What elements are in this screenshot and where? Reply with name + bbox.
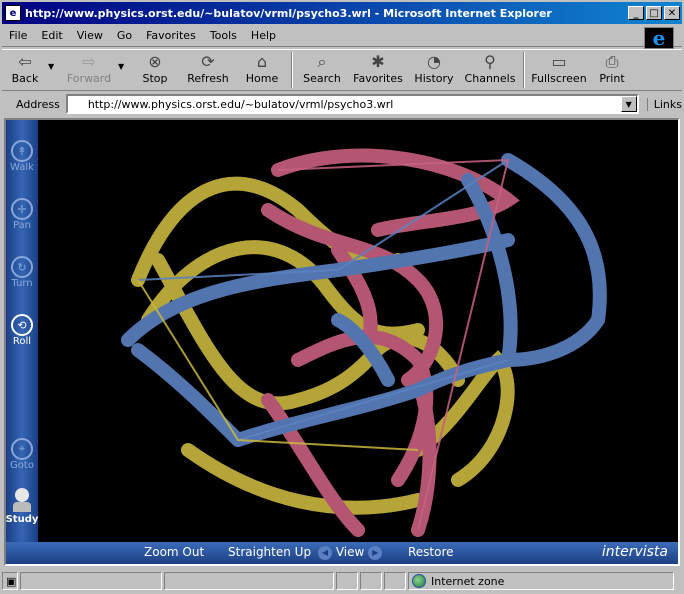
favorites-icon: ✱ <box>371 52 385 71</box>
ie-logo-icon: e <box>644 26 674 50</box>
roll-icon: ⟲ <box>11 314 33 336</box>
menu-file[interactable]: File <box>2 29 34 42</box>
pan-icon: ✛ <box>11 198 33 220</box>
status-page-icon: ▣ <box>2 572 18 590</box>
study-person-icon <box>13 488 31 514</box>
back-button[interactable]: ⇦ Back <box>2 50 48 90</box>
status-zone: Internet zone <box>408 572 674 590</box>
fullscreen-label: Fullscreen <box>531 72 587 85</box>
vrml-3d-scene[interactable] <box>38 120 678 546</box>
status-bar: ▣ Internet zone <box>2 570 682 592</box>
pan-button[interactable]: ✛ Pan <box>6 198 38 231</box>
history-label: History <box>414 72 454 85</box>
view-next-icon[interactable]: ▶ <box>368 545 383 560</box>
menu-help[interactable]: Help <box>244 29 283 42</box>
address-bar: Address http://www.physics.orst.edu/~bul… <box>2 92 682 116</box>
favorites-button[interactable]: ✱ Favorites <box>348 50 408 90</box>
address-label: Address <box>16 97 60 111</box>
forward-arrow-icon: ⇨ <box>82 52 96 71</box>
search-icon: ⌕ <box>317 52 327 71</box>
back-dropdown-icon[interactable]: ▼ <box>48 50 60 71</box>
zone-label: Internet zone <box>431 574 505 588</box>
favorites-label: Favorites <box>353 72 403 85</box>
status-cell <box>336 572 358 590</box>
channels-label: Channels <box>464 72 516 85</box>
straighten-up-button[interactable]: Straighten Up <box>228 545 311 559</box>
toolbar: ⇦ Back ▼ ⇨ Forward ▼ ⊗ Stop ⟳ Refresh ⌂ … <box>2 49 682 91</box>
vrml-nav-panel: ↟ Walk ✛ Pan ↻ Turn ⟲ Roll ⌖ Goto Study <box>6 120 38 546</box>
print-label: Print <box>599 72 625 85</box>
forward-dropdown-icon[interactable]: ▼ <box>118 50 130 71</box>
toolbar-separator <box>291 52 293 88</box>
walk-label: Walk <box>10 162 34 173</box>
globe-icon <box>412 574 426 588</box>
home-label: Home <box>245 72 279 85</box>
menu-favorites[interactable]: Favorites <box>139 29 203 42</box>
channels-icon: ⚲ <box>484 52 496 71</box>
status-cell <box>360 572 382 590</box>
pan-label: Pan <box>12 220 32 231</box>
roll-label: Roll <box>12 336 32 347</box>
toolbar-separator <box>523 52 525 88</box>
home-button[interactable]: ⌂ Home <box>236 50 288 90</box>
minimize-button[interactable]: _ <box>628 6 644 20</box>
maximize-button[interactable]: □ <box>646 6 662 20</box>
search-button[interactable]: ⌕ Search <box>296 50 348 90</box>
turn-icon: ↻ <box>11 256 33 278</box>
search-label: Search <box>303 72 341 85</box>
close-button[interactable]: ✕ <box>664 6 680 20</box>
status-progress <box>164 572 334 590</box>
fullscreen-icon: ▭ <box>551 52 567 71</box>
study-button[interactable]: Study <box>6 488 38 525</box>
print-button[interactable]: ⎙ Print <box>590 50 634 90</box>
stop-button[interactable]: ⊗ Stop <box>130 50 180 90</box>
menu-tools[interactable]: Tools <box>203 29 244 42</box>
ie-page-icon: e <box>5 5 21 21</box>
zoom-out-button[interactable]: Zoom Out <box>144 545 204 559</box>
status-text <box>20 572 162 590</box>
menu-view[interactable]: View <box>70 29 110 42</box>
view-label: View <box>335 545 365 559</box>
refresh-icon: ⟳ <box>201 52 215 71</box>
goto-button[interactable]: ⌖ Goto <box>6 438 38 471</box>
history-button[interactable]: ◔ History <box>408 50 460 90</box>
view-prev-icon[interactable]: ◀ <box>318 545 332 560</box>
window-title: http://www.physics.orst.edu/~bulatov/vrm… <box>25 6 552 20</box>
turn-label: Turn <box>11 278 33 289</box>
walk-icon: ↟ <box>11 140 33 162</box>
menu-edit[interactable]: Edit <box>34 29 69 42</box>
turn-button[interactable]: ↻ Turn <box>6 256 38 289</box>
refresh-label: Refresh <box>187 72 229 85</box>
forward-button[interactable]: ⇨ Forward <box>60 50 118 90</box>
links-button[interactable]: Links <box>646 97 682 111</box>
goto-label: Goto <box>10 460 34 471</box>
back-arrow-icon: ⇦ <box>18 52 32 71</box>
printer-icon: ⎙ <box>605 52 619 71</box>
vrml-control-bar: Zoom Out Straighten Up ◀ View ▶ Restore … <box>6 542 678 564</box>
stop-icon: ⊗ <box>148 52 162 71</box>
status-cell <box>384 572 406 590</box>
forward-label: Forward <box>66 72 112 85</box>
channels-button[interactable]: ⚲ Channels <box>460 50 520 90</box>
intervista-logo: intervista <box>601 544 668 560</box>
goto-crosshair-icon: ⌖ <box>11 438 33 460</box>
study-label: Study <box>5 514 39 525</box>
restore-button[interactable]: Restore <box>408 545 454 559</box>
menu-go[interactable]: Go <box>110 29 139 42</box>
home-icon: ⌂ <box>256 52 268 71</box>
title-bar: e http://www.physics.orst.edu/~bulatov/v… <box>2 2 682 24</box>
address-url: http://www.physics.orst.edu/~bulatov/vrm… <box>87 97 394 111</box>
menu-bar: File Edit View Go Favorites Tools Help <box>2 25 682 47</box>
back-label: Back <box>11 72 39 85</box>
address-dropdown-icon[interactable]: ▼ <box>620 96 637 112</box>
stop-label: Stop <box>142 72 168 85</box>
view-control: ◀ View ▶ <box>318 545 383 560</box>
roll-button[interactable]: ⟲ Roll <box>6 314 38 347</box>
fullscreen-button[interactable]: ▭ Fullscreen <box>528 50 590 90</box>
history-icon: ◔ <box>427 52 441 71</box>
address-input[interactable]: http://www.physics.orst.edu/~bulatov/vrm… <box>65 94 639 114</box>
refresh-button[interactable]: ⟳ Refresh <box>180 50 236 90</box>
walk-button[interactable]: ↟ Walk <box>6 140 38 173</box>
vrml-viewer[interactable]: ↟ Walk ✛ Pan ↻ Turn ⟲ Roll ⌖ Goto Study <box>4 118 680 566</box>
